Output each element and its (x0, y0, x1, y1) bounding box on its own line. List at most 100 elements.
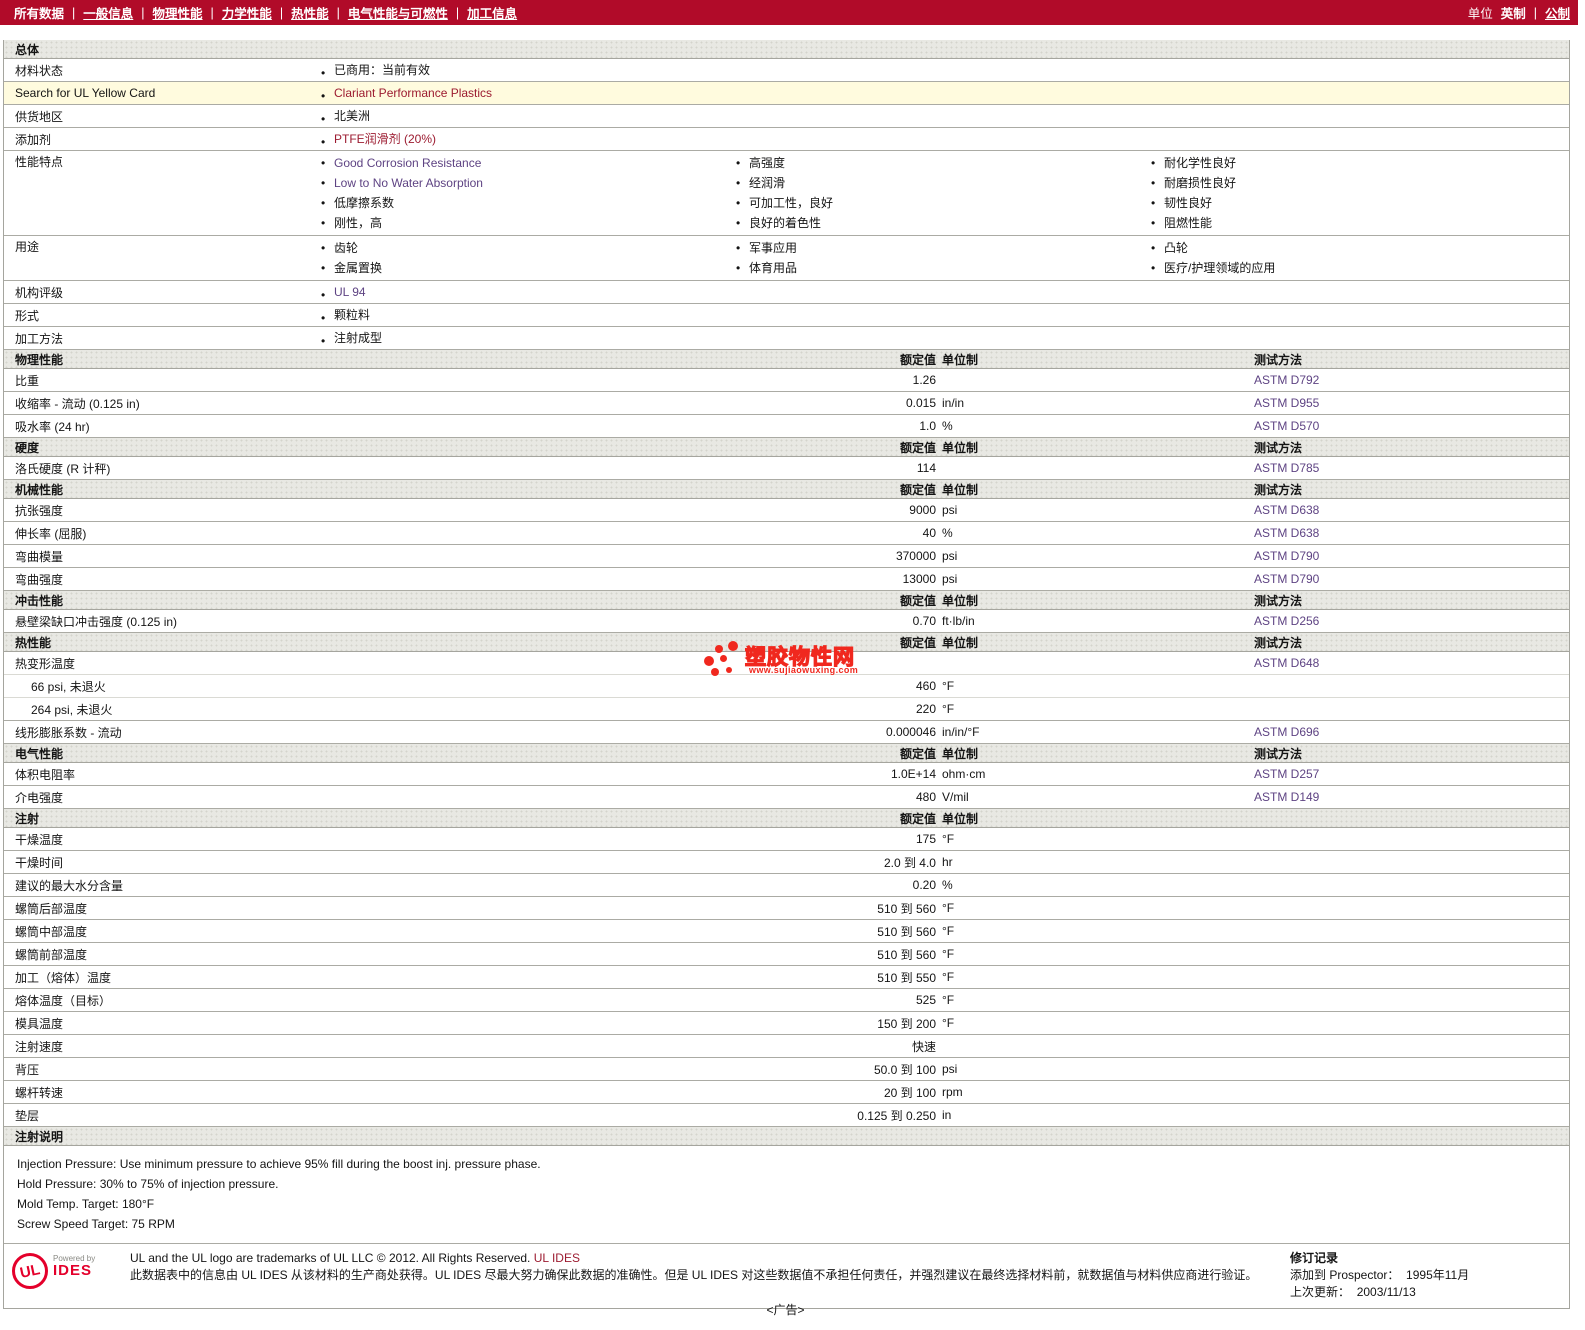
test-method-link[interactable]: ASTM D638 (1254, 526, 1319, 540)
tab-processing-info[interactable]: 加工信息 (467, 3, 517, 22)
property-unit: rpm (936, 1085, 1254, 1099)
row-rockwell-hardness: 洛氏硬度 (R 计秤) 114 ASTM D785 (4, 457, 1569, 480)
row-drying-time: 干燥时间 2.0 到 4.0 hr (4, 851, 1569, 874)
units-label: 单位 (1468, 3, 1493, 22)
property-unit: °F (936, 901, 1254, 915)
test-method-link[interactable]: ASTM D648 (1254, 656, 1319, 670)
ad-placeholder: <广告> (0, 1301, 1571, 1318)
rated-value-header: 额定值 (756, 745, 936, 762)
note-line: Hold Pressure: 30% to 75% of injection p… (17, 1174, 1569, 1194)
row-water-absorption: 吸水率 (24 hr) 1.0 % ASTM D570 (4, 415, 1569, 438)
property-unit: % (936, 878, 1254, 892)
nav-separator: | (280, 6, 283, 20)
nav-separator: | (1534, 6, 1537, 20)
property-label: 干燥时间 (4, 854, 756, 871)
row-screw-speed: 螺杆转速 20 到 100 rpm (4, 1081, 1569, 1104)
test-method-link[interactable]: ASTM D792 (1254, 373, 1319, 387)
property-unit: psi (936, 1062, 1254, 1076)
feature-link[interactable]: Good Corrosion Resistance (334, 156, 481, 170)
tab-mechanical-properties[interactable]: 力学性能 (222, 3, 272, 22)
test-method-link[interactable]: ASTM D256 (1254, 614, 1319, 628)
property-label: 机构评级 (4, 284, 319, 301)
tab-physical-properties[interactable]: 物理性能 (153, 3, 203, 22)
section-title: 热性能 (4, 634, 756, 651)
property-label: 性能特点 (4, 153, 319, 170)
section-header-physical: 物理性能 额定值 单位制 测试方法 (4, 350, 1569, 369)
nav-separator: | (456, 6, 459, 20)
property-unit: ft·lb/in (936, 614, 1254, 628)
property-label: 螺筒中部温度 (4, 923, 756, 940)
unit-metric-button[interactable]: 公制 (1545, 3, 1570, 22)
use-item: 医疗/护理领域的应用 (1149, 258, 1564, 278)
test-method-link[interactable]: ASTM D638 (1254, 503, 1319, 517)
property-label: 添加剂 (4, 131, 319, 148)
unit-header: 单位制 (936, 351, 1254, 368)
section-header-overview: 总体 (4, 40, 1569, 59)
property-label: 用途 (4, 238, 319, 255)
ul-yellow-card-link[interactable]: Clariant Performance Plastics (334, 86, 492, 100)
rated-value-header: 额定值 (756, 351, 936, 368)
test-method-link[interactable]: ASTM D790 (1254, 572, 1319, 586)
unit-imperial-button[interactable]: 英制 (1501, 3, 1526, 22)
section-header-hardness: 硬度 额定值 单位制 测试方法 (4, 438, 1569, 457)
test-method-link[interactable]: ASTM D149 (1254, 790, 1319, 804)
test-method-link[interactable]: ASTM D570 (1254, 419, 1319, 433)
revision-title: 修订记录 (1290, 1250, 1569, 1267)
test-method-header: 测试方法 (1254, 592, 1569, 609)
property-label: 介电强度 (4, 789, 756, 806)
property-unit: °F (936, 947, 1254, 961)
tab-general-info[interactable]: 一般信息 (83, 3, 133, 22)
row-back-pressure: 背压 50.0 到 100 psi (4, 1058, 1569, 1081)
test-method-link[interactable]: ASTM D257 (1254, 767, 1319, 781)
nav-separator: | (72, 6, 75, 20)
property-value: 510 到 560 (756, 946, 936, 963)
top-navigation: 所有数据| 一般信息| 物理性能| 力学性能| 热性能| 电气性能与可燃性| 加… (0, 0, 1578, 25)
added-label: 添加到 Prospector： (1290, 1268, 1399, 1282)
feature-link[interactable]: Low to No Water Absorption (334, 176, 483, 190)
property-label: 比重 (4, 372, 756, 389)
agency-rating-link[interactable]: UL 94 (334, 285, 366, 299)
row-availability: 供货地区 北美洲 (4, 105, 1569, 128)
property-label: 供货地区 (4, 108, 319, 125)
property-value: 2.0 到 4.0 (756, 854, 936, 871)
property-value: 114 (756, 461, 936, 475)
property-label: 体积电阻率 (4, 766, 756, 783)
note-line: Mold Temp. Target: 180°F (17, 1194, 1569, 1214)
property-label: 66 psi, 未退火 (4, 678, 756, 695)
row-ul-yellow-card: Search for UL Yellow Card Clariant Perfo… (4, 82, 1569, 105)
use-item: 齿轮 (319, 238, 734, 258)
property-label: 伸长率 (屈服) (4, 525, 756, 542)
row-uses: 用途 齿轮 金属置换 军事应用 体育用品 凸轮 医疗/护理领域的应用 (4, 236, 1569, 281)
row-izod-impact: 悬壁梁缺口冲击强度 (0.125 in) 0.70 ft·lb/in ASTM … (4, 610, 1569, 633)
row-flexural-modulus: 弯曲模量 370000 psi ASTM D790 (4, 545, 1569, 568)
property-value: 480 (756, 790, 936, 804)
use-item: 军事应用 (734, 238, 1149, 258)
row-dielectric-strength: 介电强度 480 V/mil ASTM D149 (4, 786, 1569, 809)
tab-all-data[interactable]: 所有数据 (14, 3, 64, 22)
test-method-link[interactable]: ASTM D696 (1254, 725, 1319, 739)
row-volume-resistivity: 体积电阻率 1.0E+14 ohm·cm ASTM D257 (4, 763, 1569, 786)
ul-ides-link[interactable]: UL IDES (534, 1251, 580, 1265)
property-value: 50.0 到 100 (756, 1061, 936, 1078)
trademark-line: UL and the UL logo are trademarks of UL … (130, 1251, 530, 1265)
property-value: 注射成型 (319, 331, 382, 345)
feature-item: 耐磨损性良好 (1149, 173, 1564, 193)
feature-item: 韧性良好 (1149, 193, 1564, 213)
footer: UL Powered by IDES UL and the UL logo ar… (4, 1244, 1569, 1308)
tab-electrical-flammability[interactable]: 电气性能与可燃性 (348, 3, 448, 22)
test-method-header: 测试方法 (1254, 745, 1569, 762)
property-unit: in/in (936, 396, 1254, 410)
test-method-link[interactable]: ASTM D785 (1254, 461, 1319, 475)
test-method-link[interactable]: ASTM D955 (1254, 396, 1319, 410)
property-unit: % (936, 419, 1254, 433)
tab-thermal-properties[interactable]: 热性能 (291, 3, 329, 22)
test-method-link[interactable]: ASTM D790 (1254, 549, 1319, 563)
property-label: 吸水率 (24 hr) (4, 418, 756, 435)
row-mold-temp: 模具温度 150 到 200 °F (4, 1012, 1569, 1035)
row-tensile-strength: 抗张强度 9000 psi ASTM D638 (4, 499, 1569, 522)
property-unit: in/in/°F (936, 725, 1254, 739)
test-method-header: 测试方法 (1254, 634, 1569, 651)
property-value: 510 到 560 (756, 900, 936, 917)
additive-link[interactable]: PTFE润滑剂 (20%) (334, 132, 436, 146)
rated-value-header: 额定值 (756, 810, 936, 827)
